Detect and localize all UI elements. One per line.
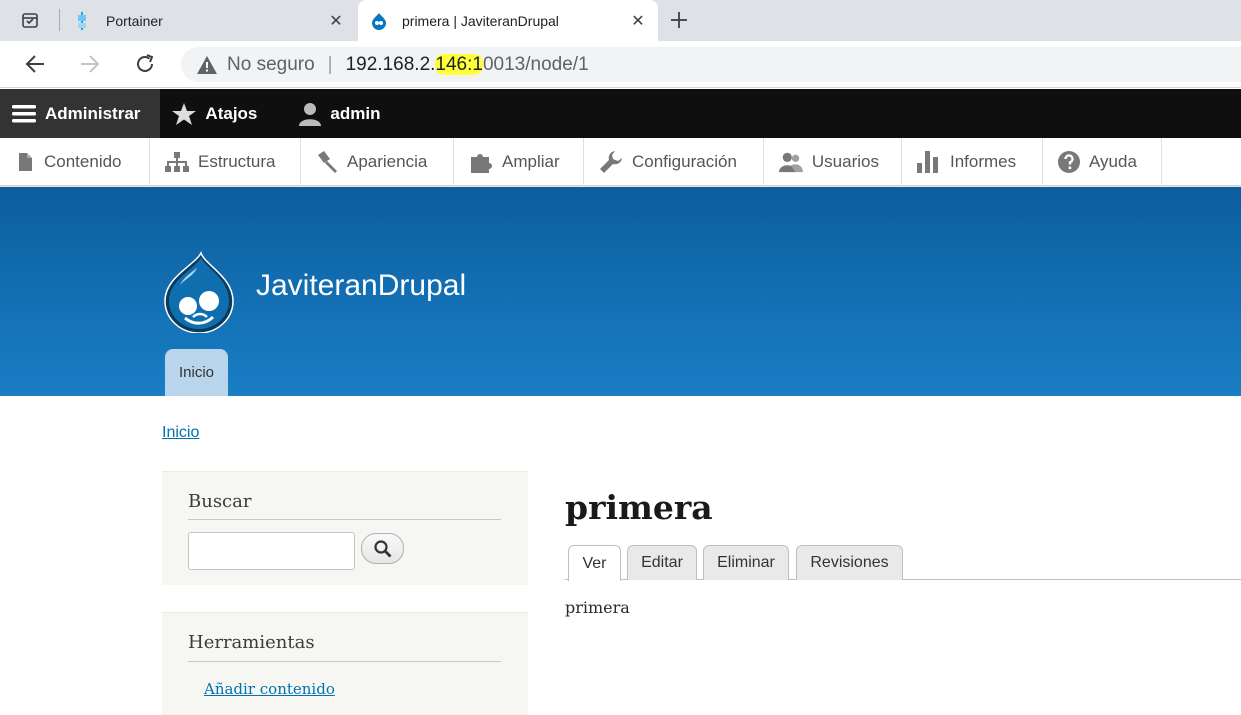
star-icon bbox=[172, 102, 197, 125]
tab-editar[interactable]: Editar bbox=[627, 545, 697, 580]
tray-item-apariencia[interactable]: Apariencia bbox=[301, 138, 454, 186]
puzzle-icon bbox=[471, 154, 492, 173]
site-name[interactable]: JaviteranDrupal bbox=[256, 269, 466, 303]
tab-title: Portainer bbox=[106, 12, 163, 29]
search-block: Buscar bbox=[162, 471, 528, 585]
tray-item-ayuda[interactable]: Ayuda bbox=[1043, 138, 1162, 186]
drupal-logo-icon[interactable] bbox=[163, 251, 235, 333]
back-arrow-icon bbox=[25, 55, 44, 73]
page-title: primera bbox=[565, 488, 713, 527]
tray-item-estructura[interactable]: Estructura bbox=[150, 138, 301, 186]
bar-chart-icon bbox=[917, 151, 938, 173]
divider bbox=[188, 519, 501, 520]
tab-close-icon[interactable]: ✕ bbox=[322, 7, 350, 35]
reload-button[interactable] bbox=[130, 49, 160, 79]
tray-item-label: Ayuda bbox=[1089, 152, 1137, 171]
admin-toolbar-administrar[interactable]: Administrar bbox=[0, 89, 161, 138]
url-path: /node/1 bbox=[525, 53, 589, 75]
user-icon bbox=[299, 102, 322, 126]
tray-item-label: Informes bbox=[950, 152, 1017, 171]
primary-tab-inicio[interactable]: Inicio bbox=[165, 349, 228, 396]
admin-toolbar: Administrar Atajos admin bbox=[0, 89, 1241, 138]
sitemap-icon bbox=[165, 152, 189, 172]
wrench-icon bbox=[600, 151, 622, 173]
people-icon bbox=[779, 152, 803, 173]
warning-icon bbox=[197, 54, 219, 76]
url-host: 192.168.2.146:10013 bbox=[345, 53, 526, 75]
tray-item-configuracion[interactable]: Configuración bbox=[584, 138, 764, 186]
tools-block-title: Herramientas bbox=[188, 632, 315, 653]
add-content-link[interactable]: Añadir contenido bbox=[204, 680, 335, 698]
browser-toolbar: No seguro | 192.168.2.146:10013 /node/1 bbox=[0, 41, 1241, 88]
hamburger-icon bbox=[12, 104, 36, 122]
tray-item-label: Contenido bbox=[44, 152, 122, 171]
url-highlight: 146:1 bbox=[435, 53, 483, 75]
forward-arrow-icon bbox=[81, 55, 100, 73]
tab-ver[interactable]: Ver bbox=[568, 545, 621, 581]
tab-close-icon[interactable]: ✕ bbox=[624, 7, 652, 35]
search-button[interactable] bbox=[361, 533, 404, 564]
reload-icon bbox=[137, 54, 154, 72]
search-icon bbox=[373, 539, 391, 557]
security-label[interactable]: No seguro bbox=[227, 54, 315, 76]
admin-tray: Contenido Estructura Apariencia Ampliar … bbox=[0, 138, 1241, 186]
divider bbox=[188, 661, 501, 662]
admin-toolbar-user[interactable]: admin bbox=[277, 89, 400, 138]
tray-item-label: Usuarios bbox=[811, 152, 879, 171]
tab-title: primera | JaviteranDrupal bbox=[402, 12, 559, 29]
node-body: primera bbox=[565, 598, 630, 617]
paintbrush-icon bbox=[318, 151, 337, 173]
tab-separator bbox=[59, 9, 60, 31]
site-header: JaviteranDrupal Inicio bbox=[0, 187, 1241, 396]
tab-actions-icon bbox=[22, 13, 38, 28]
search-input[interactable] bbox=[188, 532, 355, 570]
portainer-favicon-icon bbox=[74, 11, 92, 30]
document-icon bbox=[19, 153, 32, 171]
drupal-favicon-icon bbox=[370, 12, 388, 30]
url-separator: | bbox=[327, 53, 333, 75]
tools-block: Herramientas Añadir contenido bbox=[162, 612, 528, 715]
new-tab-button[interactable] bbox=[664, 6, 694, 34]
admin-toolbar-label: admin bbox=[330, 103, 381, 123]
admin-toolbar-label: Atajos bbox=[205, 103, 258, 123]
tray-item-label: Estructura bbox=[198, 152, 276, 171]
tray-item-ampliar[interactable]: Ampliar bbox=[454, 138, 584, 186]
tray-item-contenido[interactable]: Contenido bbox=[0, 138, 150, 186]
breadcrumb-inicio[interactable]: Inicio bbox=[162, 424, 199, 442]
admin-toolbar-label: Administrar bbox=[45, 103, 141, 123]
back-button[interactable] bbox=[20, 49, 50, 79]
tab-revisiones[interactable]: Revisiones bbox=[796, 545, 903, 580]
forward-button[interactable] bbox=[75, 49, 105, 79]
tray-item-label: Configuración bbox=[632, 152, 737, 171]
tab-eliminar[interactable]: Eliminar bbox=[703, 545, 789, 580]
tab-drupal[interactable]: primera | JaviteranDrupal ✕ bbox=[358, 0, 658, 41]
admin-toolbar-atajos[interactable]: Atajos bbox=[160, 89, 277, 138]
tray-item-label: Ampliar bbox=[502, 152, 560, 171]
plus-icon bbox=[671, 12, 687, 28]
local-tabs: Ver Editar Eliminar Revisiones bbox=[565, 545, 1241, 581]
address-bar[interactable]: No seguro | 192.168.2.146:10013 /node/1 bbox=[181, 47, 1241, 82]
tray-item-usuarios[interactable]: Usuarios bbox=[764, 138, 902, 186]
tray-item-label: Apariencia bbox=[347, 152, 428, 171]
tray-item-informes[interactable]: Informes bbox=[902, 138, 1043, 186]
browser-tab-strip: Portainer ✕ primera | JaviteranDrupal ✕ bbox=[0, 0, 1241, 41]
help-icon bbox=[1058, 151, 1080, 173]
search-block-title: Buscar bbox=[188, 491, 252, 512]
tab-actions-button[interactable] bbox=[10, 6, 50, 34]
tab-portainer[interactable]: Portainer ✕ bbox=[62, 0, 356, 41]
